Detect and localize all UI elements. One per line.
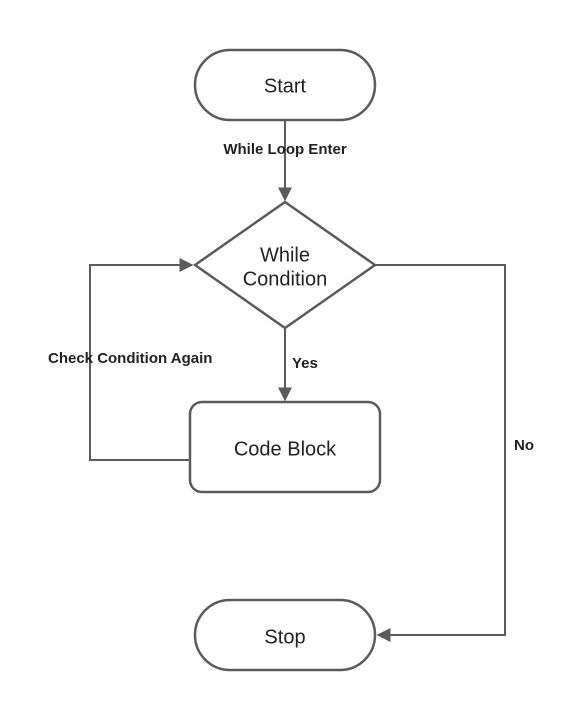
stop-node: Stop (195, 600, 375, 670)
edge-loop-back-label: Check Condition Again (48, 350, 212, 367)
condition-node: While Condition (195, 202, 375, 328)
edge-no: No (375, 265, 534, 635)
flowchart-canvas: Start While Loop Enter While Condition Y… (0, 0, 579, 720)
stop-label: Stop (264, 626, 305, 648)
start-label: Start (264, 75, 307, 97)
condition-label-2: Condition (243, 268, 328, 290)
edge-yes-label: Yes (292, 355, 318, 372)
code-block-label: Code Block (234, 438, 337, 460)
edge-enter: While Loop Enter (223, 120, 346, 200)
edge-enter-label: While Loop Enter (223, 141, 346, 158)
code-block-node: Code Block (190, 402, 380, 492)
condition-label-1: While (260, 244, 310, 266)
edge-loop-back: Check Condition Again (48, 265, 212, 460)
edge-yes: Yes (285, 328, 318, 400)
start-node: Start (195, 50, 375, 120)
edge-no-label: No (514, 437, 534, 454)
